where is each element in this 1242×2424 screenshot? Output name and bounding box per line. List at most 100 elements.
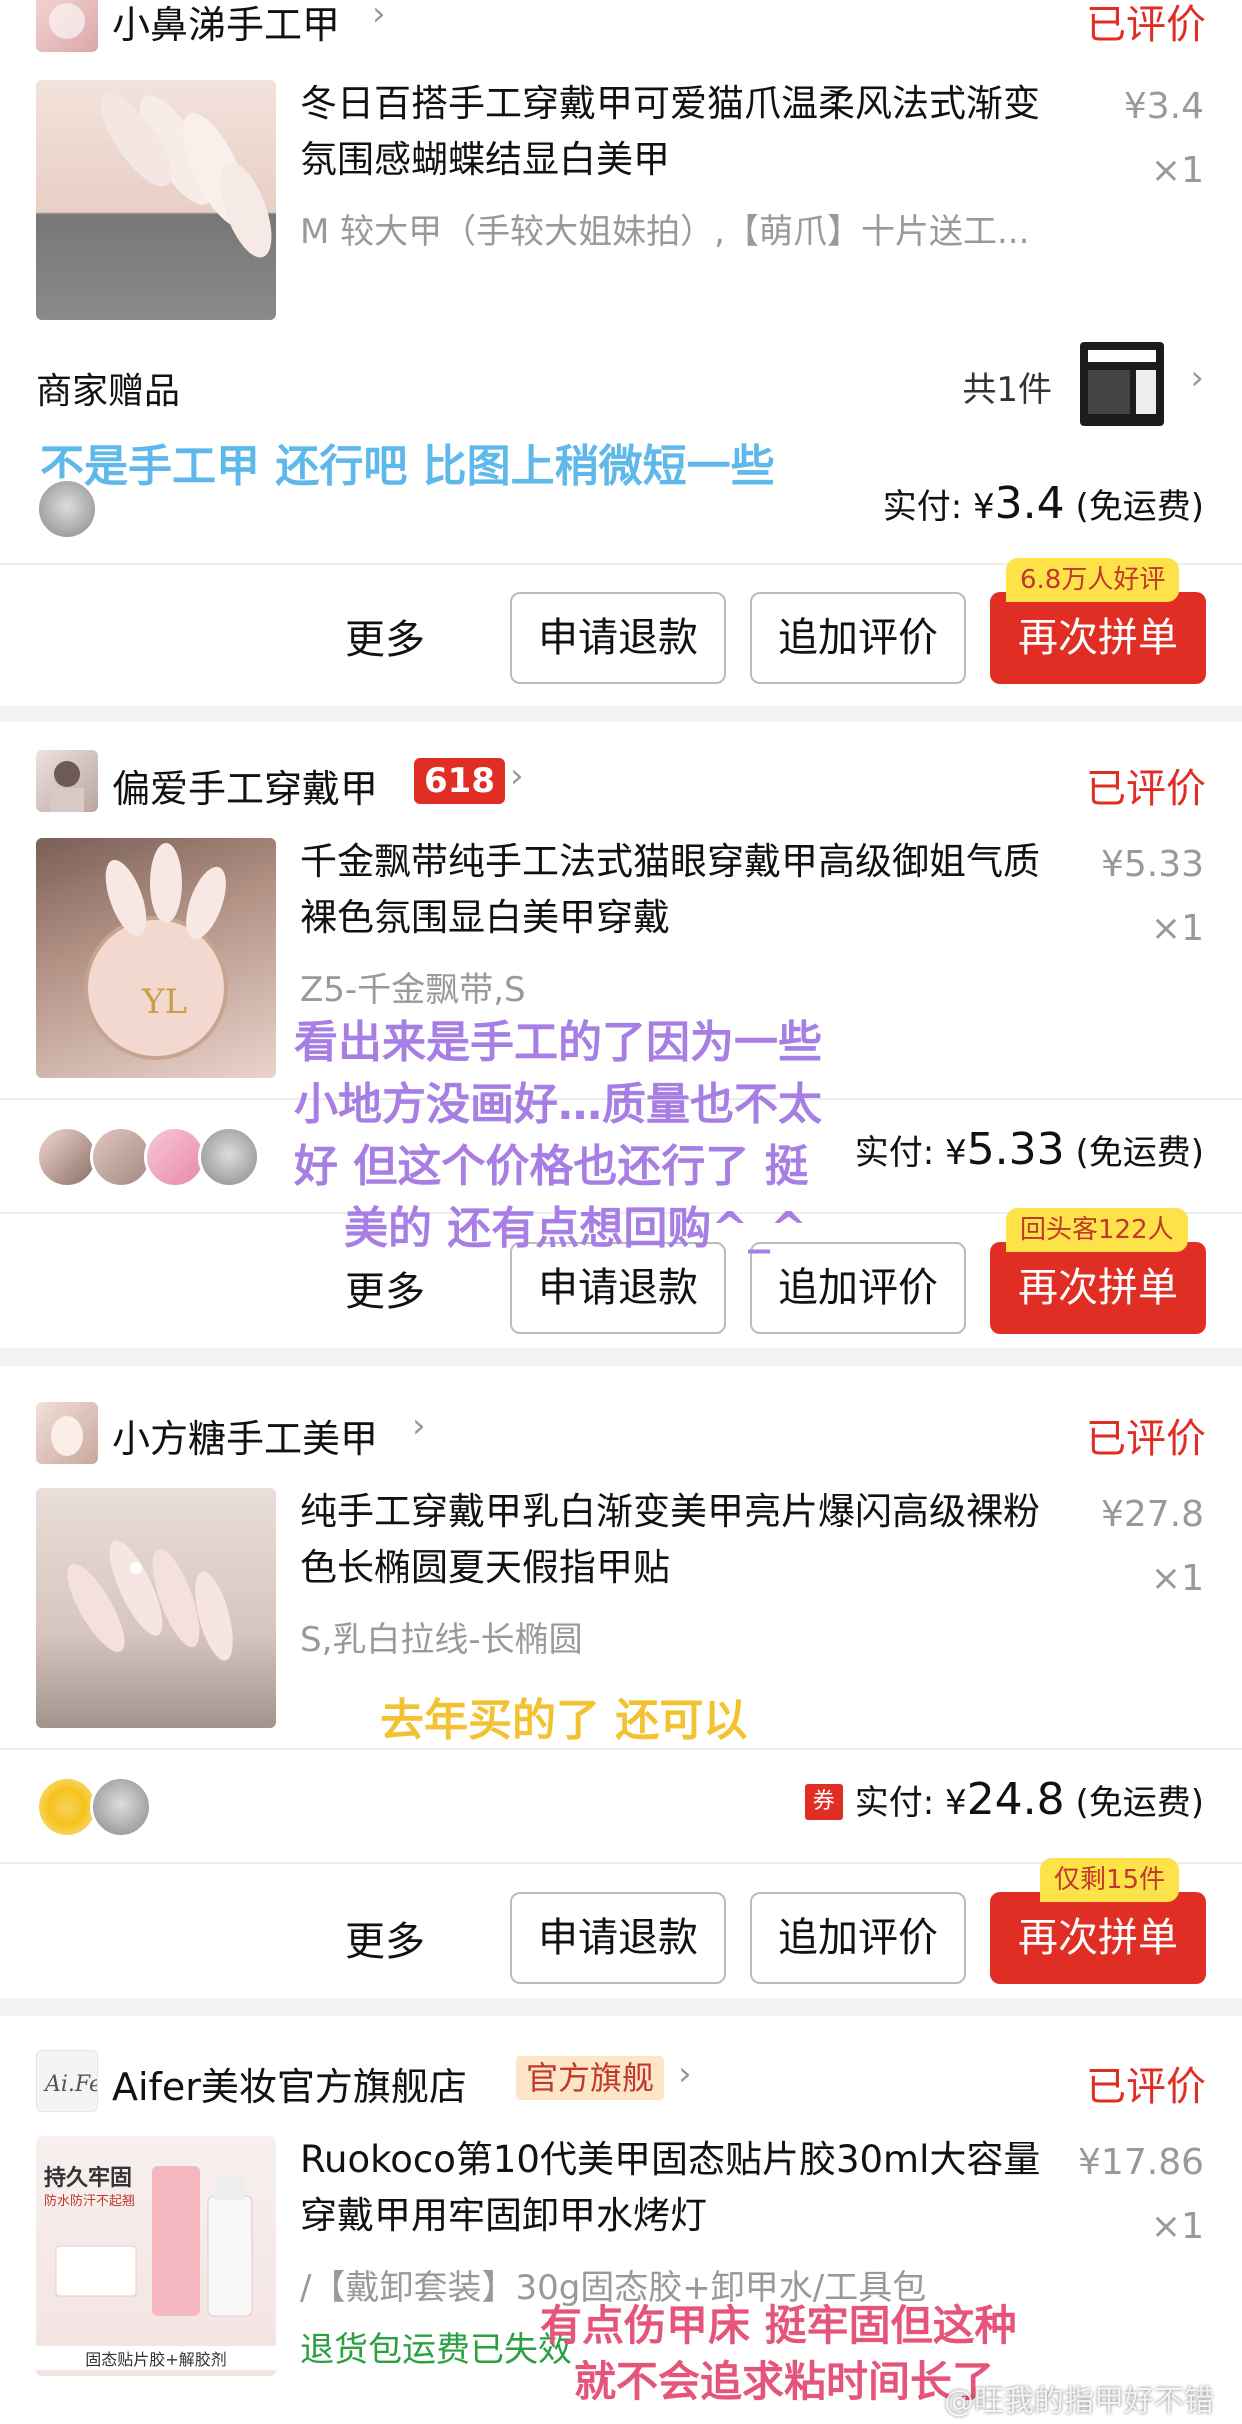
product-title[interactable]: 冬日百搭手工穿戴甲可爱猫爪温柔风法式渐变氛围感蝴蝶结显白美甲	[300, 76, 1060, 188]
order-card-4: Ai.Fe Aifer美妆官方旗舰店 官方旗舰 › 已评价 持久牢固 防水防汗不…	[0, 2016, 1242, 2424]
paid-amount: 实付: ¥5.33 (免运费)	[855, 1124, 1204, 1175]
rebuy-button[interactable]: 再次拼单	[990, 1242, 1206, 1334]
paid-amount: 实付: ¥3.4 (免运费)	[883, 478, 1204, 529]
paid-value: 24.8	[966, 1774, 1065, 1825]
coupon-icon: 券	[804, 1784, 843, 1820]
nail-product-image	[67, 1540, 233, 1661]
shop-avatar[interactable]	[36, 0, 98, 52]
promo-tag: 回头客122人	[1006, 1208, 1188, 1252]
svg-text:YL: YL	[141, 982, 187, 1022]
paid-currency: ¥	[973, 487, 995, 527]
product-title[interactable]: Ruokoco第10代美甲固态贴片胶30ml大容量穿戴甲用牢固卸甲水烤灯	[300, 2132, 1060, 2244]
divider	[0, 1748, 1242, 1750]
quantity: ×1	[1150, 150, 1204, 191]
rebuy-button[interactable]: 再次拼单	[990, 1892, 1206, 1984]
quantity: ×1	[1150, 2206, 1204, 2247]
shop-name[interactable]: 小方糖手工美甲	[112, 1408, 378, 1463]
return-shipping-note: 退货包运费已失效	[300, 2330, 572, 2370]
refund-button[interactable]: 申请退款	[510, 1892, 726, 1984]
shop-avatar[interactable]: Ai.Fe	[36, 2050, 98, 2112]
paid-label: 实付:	[882, 487, 963, 527]
order-card-3: 小方糖手工美甲 › 已评价 纯手工穿戴甲乳白渐变美甲亮片爆闪高级裸粉色长椭圆夏天…	[0, 1366, 1242, 1998]
paid-value: 3.4	[994, 478, 1065, 529]
product-thumbnail[interactable]	[36, 1488, 276, 1728]
product-thumbnail[interactable]: 持久牢固 防水防汗不起翘 固态贴片胶+解胶剂	[36, 2136, 276, 2376]
nail-product-image: YL	[84, 843, 228, 1060]
avatar	[36, 1776, 98, 1838]
avatar	[90, 1776, 152, 1838]
paid-currency: ¥	[945, 1783, 967, 1823]
add-review-button[interactable]: 追加评价	[750, 592, 966, 684]
paid-label: 实付:	[854, 1133, 935, 1173]
shop-name[interactable]: Aifer美妆官方旗舰店	[112, 2056, 467, 2111]
glue-product-image	[55, 2166, 253, 2317]
order-status: 已评价	[1086, 1416, 1206, 1462]
shop-name[interactable]: 偏爱手工穿戴甲	[112, 758, 378, 813]
chevron-right-icon[interactable]: ›	[510, 756, 524, 796]
shop-avatar[interactable]	[36, 750, 98, 812]
chevron-right-icon[interactable]: ›	[1190, 358, 1204, 398]
commenter-avatars	[36, 1776, 152, 1838]
gift-thumbnail[interactable]	[1080, 342, 1164, 426]
unit-price: ¥5.33	[1100, 844, 1204, 885]
product-title[interactable]: 千金飘带纯手工法式猫眼穿戴甲高级御姐气质裸色氛围显白美甲穿戴	[300, 834, 1060, 946]
promo-tag: 6.8万人好评	[1006, 558, 1180, 602]
avatar	[36, 1126, 98, 1188]
user-note-line: 美的 还有点想回购^_^	[344, 1203, 808, 1254]
product-spec: S,乳白拉线-长椭圆	[300, 1620, 583, 1660]
more-button[interactable]: 更多	[345, 1909, 425, 1967]
more-button[interactable]: 更多	[345, 607, 425, 665]
promo-tag: 仅剩15件	[1040, 1858, 1180, 1902]
order-card-1: 小鼻涕手工甲 › 已评价 冬日百搭手工穿戴甲可爱猫爪温柔风法式渐变氛围感蝴蝶结显…	[0, 0, 1242, 706]
unit-price: ¥27.8	[1100, 1494, 1204, 1535]
avatar	[144, 1126, 206, 1188]
shop-logo-icon: Ai.Fe	[43, 2072, 98, 2097]
shop-badge: 官方旗舰	[516, 2056, 665, 2100]
refund-button[interactable]: 申请退款	[510, 592, 726, 684]
user-note-line: 小地方没画好…质量也不太	[294, 1079, 822, 1130]
user-note-line: 看出来是手工的了因为一些	[294, 1017, 822, 1068]
avatar	[90, 1126, 152, 1188]
unit-price: ¥3.4	[1123, 86, 1204, 127]
gift-count[interactable]: 共1件	[962, 362, 1052, 411]
shop-name[interactable]: 小鼻涕手工甲	[112, 0, 340, 49]
chevron-right-icon[interactable]: ›	[372, 0, 386, 34]
nail-product-image	[100, 93, 272, 258]
add-review-button[interactable]: 追加评价	[750, 1892, 966, 1984]
chevron-right-icon[interactable]: ›	[412, 1406, 426, 1446]
unit-price: ¥17.86	[1078, 2142, 1204, 2183]
quantity: ×1	[1150, 1558, 1204, 1599]
product-spec: Z5-千金飘带,S	[300, 970, 526, 1010]
watermark: @旺我的指甲好不错	[944, 2384, 1214, 2419]
paid-value: 5.33	[966, 1124, 1065, 1175]
product-thumbnail[interactable]: YL	[36, 838, 276, 1078]
user-note-line: 有点伤甲床 挺牢固但这种	[540, 2301, 1017, 2350]
paid-currency: ¥	[945, 1133, 967, 1173]
shop-avatar[interactable]	[36, 1402, 98, 1464]
product-thumbnail[interactable]	[36, 80, 276, 320]
commenter-avatars	[36, 1126, 260, 1188]
quantity: ×1	[1150, 908, 1204, 949]
user-note: 看出来是手工的了因为一些 小地方没画好…质量也不太 好 但这个价格也还行了 挺 …	[294, 1012, 822, 1260]
shipping-note: (免运费)	[1075, 1783, 1204, 1823]
chevron-right-icon[interactable]: ›	[678, 2054, 692, 2094]
shop-logo-icon	[51, 1416, 83, 1456]
shipping-note: (免运费)	[1075, 487, 1204, 527]
shop-badge: 618	[414, 758, 505, 804]
user-note-line: 好 但这个价格也还行了 挺	[294, 1141, 809, 1192]
svg-text:Ai.Fe: Ai.Fe	[43, 2072, 98, 2097]
order-card-2: 偏爱手工穿戴甲 618 › 已评价 YL 千金飘带纯手工法式猫眼穿戴甲高级御姐气…	[0, 722, 1242, 1348]
avatar	[198, 1126, 260, 1188]
rebuy-button[interactable]: 再次拼单	[990, 592, 1206, 684]
paid-amount: 券实付: ¥24.8 (免运费)	[804, 1774, 1204, 1825]
gift-label: 商家赠品	[36, 371, 181, 412]
gift-image	[1088, 350, 1156, 414]
order-status: 已评价	[1086, 2064, 1206, 2110]
shop-logo-icon	[49, 3, 85, 39]
more-button[interactable]: 更多	[345, 1259, 425, 1317]
shop-logo-icon	[50, 761, 84, 812]
thumb-footer: 固态贴片胶+解胶剂	[36, 2346, 276, 2370]
avatar	[36, 478, 98, 540]
order-status: 已评价	[1086, 766, 1206, 812]
product-title[interactable]: 纯手工穿戴甲乳白渐变美甲亮片爆闪高级裸粉色长椭圆夏天假指甲贴	[300, 1484, 1060, 1596]
